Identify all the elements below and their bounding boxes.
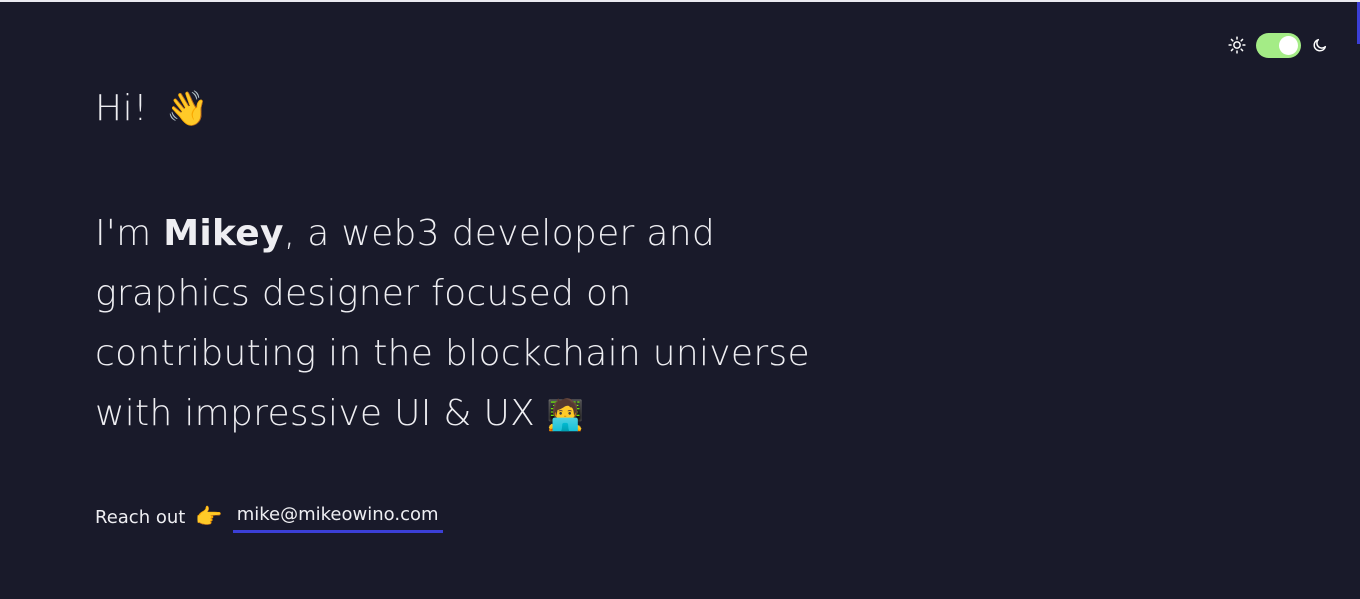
top-rule <box>0 0 1360 2</box>
hero-section: Hi! 👋 I'm Mikey, a web3 developer and gr… <box>95 85 855 533</box>
name-highlight: Mikey <box>163 213 284 254</box>
intro-paragraph: I'm Mikey, a web3 developer and graphics… <box>95 204 815 446</box>
moon-icon <box>1310 35 1330 55</box>
pointing-hand-icon: 👉 <box>195 504 223 530</box>
intro-prefix: I'm <box>95 213 152 254</box>
toggle-knob <box>1279 35 1298 55</box>
greeting-heading: Hi! 👋 <box>95 85 855 133</box>
contact-row: Reach out 👉 mike@mikeowino.com <box>95 502 855 533</box>
sun-icon <box>1226 34 1248 56</box>
greeting-text: Hi! <box>95 88 149 129</box>
waving-hand-icon: 👋 <box>166 89 209 129</box>
developer-icon: 🧑‍💻 <box>546 398 585 433</box>
theme-toggle[interactable] <box>1256 32 1301 58</box>
theme-switch[interactable] <box>1226 31 1330 59</box>
reach-out-label: Reach out <box>95 506 186 528</box>
email-link[interactable]: mike@mikeowino.com <box>232 502 443 533</box>
